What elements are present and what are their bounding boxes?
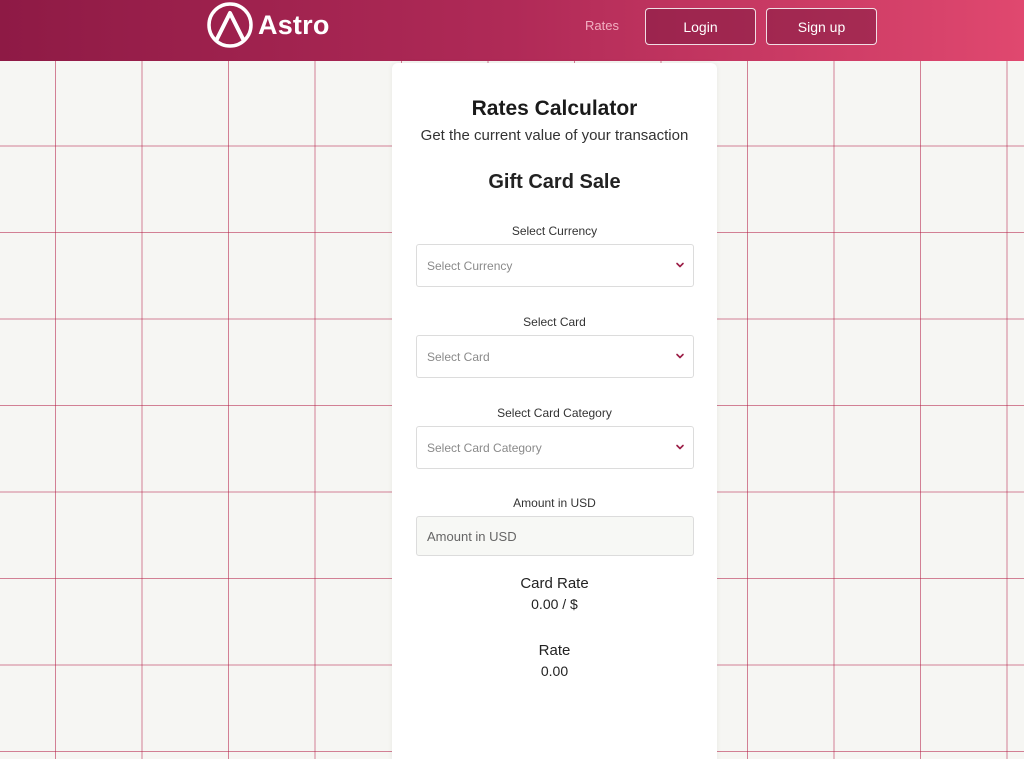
currency-select-value: Select Currency <box>427 259 513 273</box>
currency-select[interactable]: Select Currency <box>416 244 694 287</box>
card-category-select-value: Select Card Category <box>427 441 542 455</box>
brand-logo[interactable]: Astro <box>204 1 330 49</box>
card-category-label: Select Card Category <box>497 406 612 420</box>
amount-label: Amount in USD <box>513 496 596 510</box>
brand-name: Astro <box>258 9 330 40</box>
card-category-select[interactable]: Select Card Category <box>416 426 694 469</box>
chevron-down-icon <box>676 353 684 359</box>
signup-button[interactable]: Sign up <box>766 8 877 45</box>
card-rate-value: 0.00 / $ <box>531 596 578 612</box>
top-navbar: Astro Rates Login Sign up <box>0 0 1024 61</box>
card-select[interactable]: Select Card <box>416 335 694 378</box>
card-rate-label: Card Rate <box>520 575 589 592</box>
page-subtitle: Get the current value of your transactio… <box>420 127 689 144</box>
astro-logo-icon <box>207 2 253 48</box>
amount-input[interactable] <box>416 516 694 556</box>
section-title: Gift Card Sale <box>488 171 621 193</box>
page-title: Rates Calculator <box>471 97 638 120</box>
rate-label: Rate <box>538 642 571 659</box>
chevron-down-icon <box>676 262 684 268</box>
card-select-value: Select Card <box>427 350 490 364</box>
login-button[interactable]: Login <box>645 8 756 45</box>
rates-calculator-card: Rates Calculator Get the current value o… <box>392 63 717 759</box>
nav-link-rates[interactable]: Rates <box>585 18 619 33</box>
card-label: Select Card <box>523 315 586 329</box>
chevron-down-icon <box>676 444 684 450</box>
currency-label: Select Currency <box>511 224 598 238</box>
rate-value: 0.00 <box>540 663 569 679</box>
